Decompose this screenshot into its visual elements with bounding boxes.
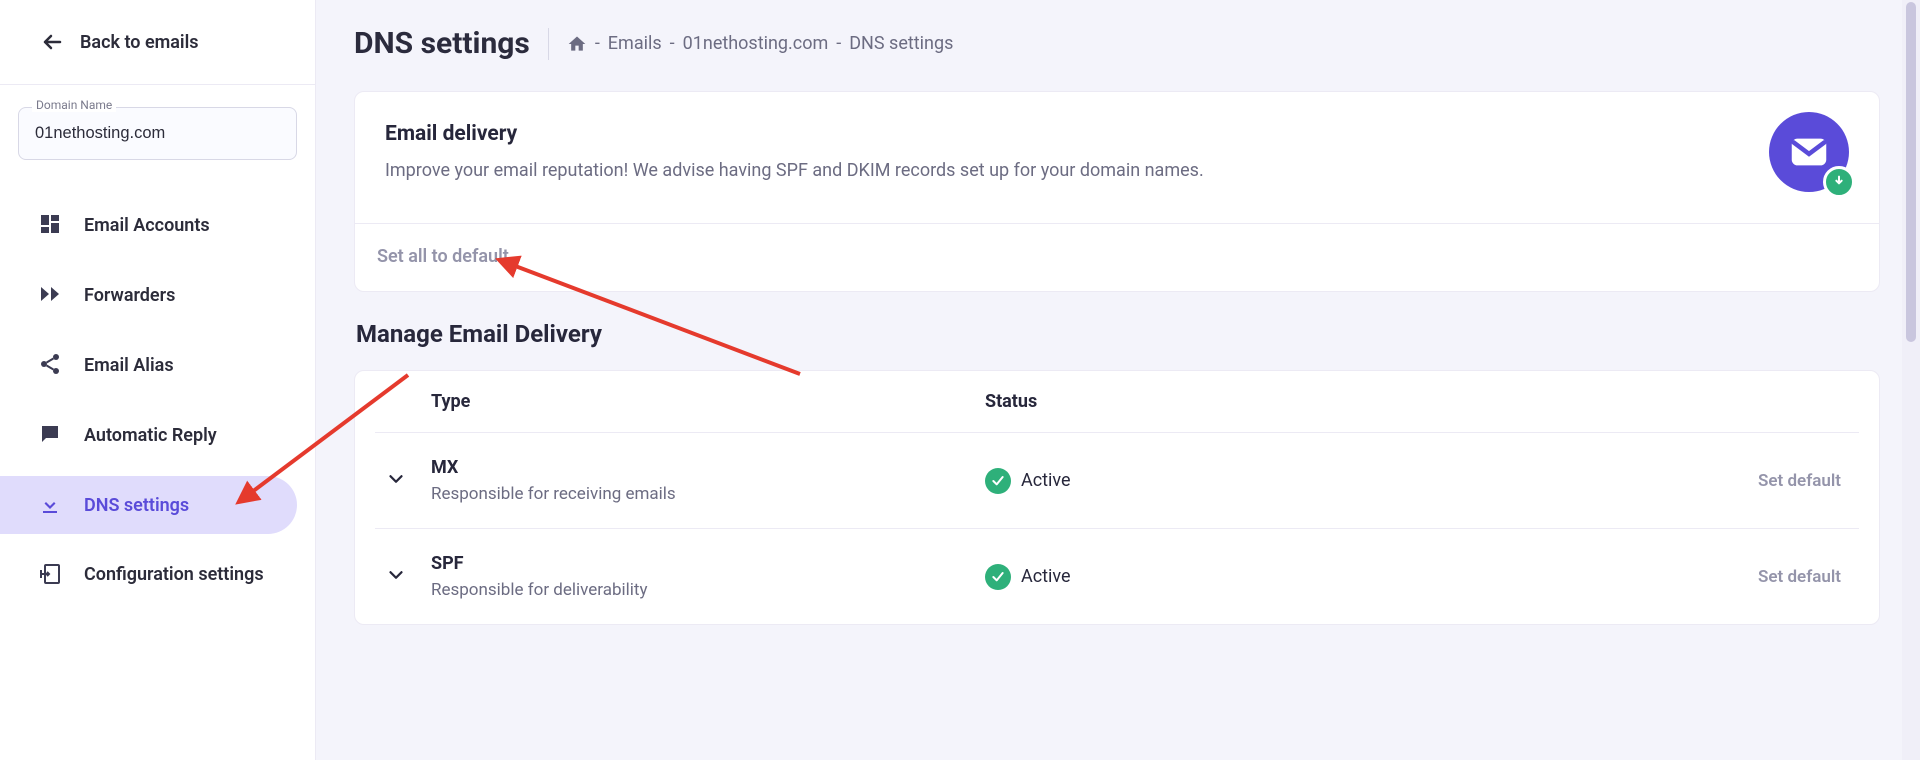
sidebar: Back to emails Domain Name Email Account…	[0, 0, 316, 760]
page-title: DNS settings	[354, 26, 530, 61]
breadcrumb-emails[interactable]: Emails	[608, 33, 662, 54]
sidebar-item-automatic-reply[interactable]: Automatic Reply	[0, 406, 297, 464]
header-status: Status	[985, 391, 1405, 412]
record-type: SPF	[431, 553, 985, 574]
set-default-button[interactable]: Set default	[1758, 471, 1841, 491]
domain-input[interactable]	[18, 107, 297, 160]
arrow-left-icon	[40, 30, 64, 54]
chevron-down-icon[interactable]	[385, 564, 415, 590]
sidebar-item-label: DNS settings	[84, 495, 189, 516]
records-table: Type Status MX Responsible for receiving…	[354, 370, 1880, 625]
back-to-emails[interactable]: Back to emails	[0, 0, 315, 85]
table-row: SPF Responsible for deliverability Activ…	[375, 528, 1859, 624]
email-delivery-card: Email delivery Improve your email reputa…	[354, 91, 1880, 292]
record-desc: Responsible for receiving emails	[431, 484, 985, 504]
chevron-down-icon[interactable]	[385, 468, 415, 494]
sidebar-item-email-accounts[interactable]: Email Accounts	[0, 196, 297, 254]
sidebar-item-dns-settings[interactable]: DNS settings	[0, 476, 297, 534]
breadcrumb-current: DNS settings	[849, 33, 953, 54]
fast-forward-icon	[38, 282, 64, 308]
sidebar-nav: Email Accounts Forwarders Email Alias Au…	[0, 196, 315, 616]
check-icon	[985, 468, 1011, 494]
manage-section-title: Manage Email Delivery	[356, 320, 1880, 348]
chat-icon	[38, 422, 64, 448]
back-label: Back to emails	[80, 32, 199, 53]
breadcrumb-domain[interactable]: 01nethosting.com	[683, 33, 829, 54]
install-icon	[38, 562, 64, 588]
sidebar-item-label: Email Accounts	[84, 215, 210, 236]
record-desc: Responsible for deliverability	[431, 580, 985, 600]
share-icon	[38, 352, 64, 378]
card-title: Email delivery	[385, 122, 1729, 146]
table-header: Type Status	[375, 371, 1859, 432]
header-type: Type	[385, 391, 985, 412]
download-icon	[38, 492, 64, 518]
dashboard-icon	[38, 212, 64, 238]
status-text: Active	[1021, 470, 1071, 491]
header: DNS settings - Emails - 01nethosting.com…	[354, 26, 1880, 61]
home-icon[interactable]	[567, 34, 587, 54]
record-type: MX	[431, 457, 985, 478]
divider	[548, 28, 549, 60]
set-default-button[interactable]: Set default	[1758, 567, 1841, 587]
domain-field-label: Domain Name	[32, 98, 116, 112]
sidebar-item-label: Configuration settings	[84, 565, 264, 586]
card-description: Improve your email reputation! We advise…	[385, 160, 1729, 181]
sidebar-item-forwarders[interactable]: Forwarders	[0, 266, 297, 324]
breadcrumb: - Emails - 01nethosting.com - DNS settin…	[567, 33, 954, 54]
sidebar-item-label: Forwarders	[84, 285, 175, 306]
check-icon	[985, 564, 1011, 590]
sidebar-item-label: Automatic Reply	[84, 425, 217, 446]
download-tick-icon	[1823, 166, 1855, 198]
main-content: DNS settings - Emails - 01nethosting.com…	[316, 0, 1920, 760]
sidebar-item-email-alias[interactable]: Email Alias	[0, 336, 297, 394]
status-text: Active	[1021, 566, 1071, 587]
sidebar-item-configuration-settings[interactable]: Configuration settings	[0, 546, 297, 604]
mail-delivery-icon	[1769, 112, 1849, 192]
scrollbar[interactable]	[1902, 0, 1920, 760]
set-all-to-default-button[interactable]: Set all to default	[377, 246, 509, 267]
domain-field-wrapper: Domain Name	[18, 107, 297, 160]
sidebar-item-label: Email Alias	[84, 355, 174, 376]
table-row: MX Responsible for receiving emails Acti…	[375, 432, 1859, 528]
